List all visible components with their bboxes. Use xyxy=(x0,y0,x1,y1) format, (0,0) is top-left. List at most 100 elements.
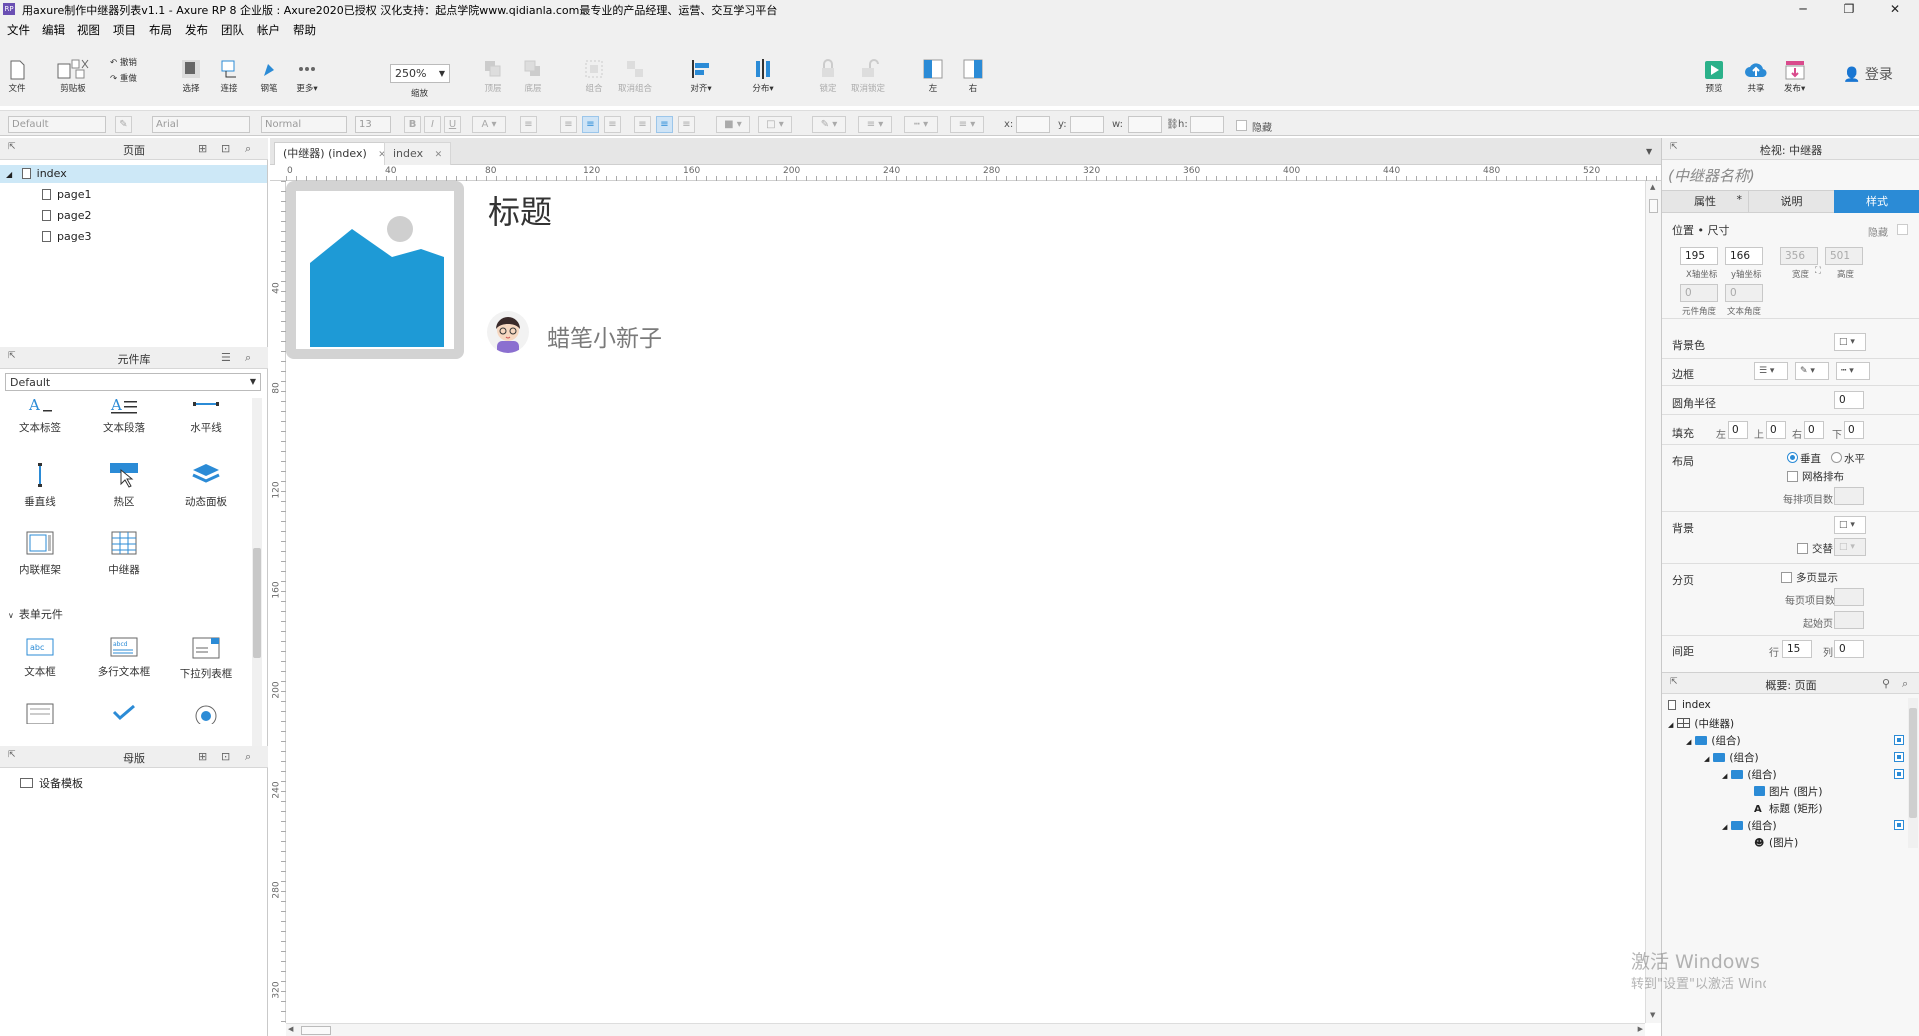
start-page-input[interactable] xyxy=(1834,611,1864,629)
widget-vline[interactable]: 垂直线 xyxy=(0,462,80,509)
radius-input[interactable]: 0 xyxy=(1834,391,1864,409)
pad-top-input[interactable]: 0 xyxy=(1766,421,1786,439)
align-left-icon[interactable]: ≡ xyxy=(560,116,577,133)
avatar[interactable] xyxy=(487,311,529,353)
multi-page-checkbox[interactable] xyxy=(1781,572,1792,583)
author-name[interactable]: 蜡笔小新子 xyxy=(547,319,662,353)
lock-button[interactable]: 锁定 xyxy=(817,58,839,94)
menu-help[interactable]: 帮助 xyxy=(293,22,316,38)
visibility-toggle[interactable] xyxy=(1894,769,1904,779)
hidden-checkbox[interactable] xyxy=(1897,224,1908,235)
tab-style[interactable]: 样式 xyxy=(1834,190,1919,213)
italic-icon[interactable]: I xyxy=(424,116,441,133)
search-icon[interactable]: ⌕ xyxy=(1902,677,1908,691)
widget-textarea[interactable]: abcd 多行文本框 xyxy=(84,636,164,679)
scroll-thumb[interactable] xyxy=(1909,708,1917,818)
widget-dynamic-panel[interactable]: 动态面板 xyxy=(166,462,246,509)
outline-item-group[interactable]: ◢ (组合) xyxy=(1686,733,1741,748)
shadow-icon[interactable]: □ ▾ xyxy=(758,116,792,133)
tab-notes[interactable]: 说明 xyxy=(1748,191,1834,212)
filter-icon[interactable]: ⚲ xyxy=(1882,677,1890,690)
page-tree-item[interactable]: page2 xyxy=(42,209,91,222)
library-select[interactable]: Default ▼ xyxy=(5,373,261,391)
menu-edit[interactable]: 编辑 xyxy=(42,22,65,38)
lock-ratio-icon[interactable]: ⛶ xyxy=(1815,266,1821,276)
col-spacing-input[interactable]: 0 xyxy=(1834,640,1864,658)
add-folder-icon[interactable]: ⊡ xyxy=(221,142,230,155)
border-width-picker[interactable]: ☰ ▾ xyxy=(1754,362,1788,380)
alternate-color-picker[interactable]: □ ▾ xyxy=(1834,538,1866,556)
redo-button[interactable]: ↷ 重做 xyxy=(110,72,137,84)
text-rotation-input[interactable]: 0 xyxy=(1725,284,1763,302)
search-icon[interactable]: ⌕ xyxy=(245,142,251,156)
widget-hline[interactable]: 水平线 xyxy=(166,398,246,435)
visibility-toggle[interactable] xyxy=(1894,820,1904,830)
page-tree-item[interactable]: page1 xyxy=(42,188,91,201)
ungroup-button[interactable]: 取消组合 xyxy=(618,58,652,94)
horizontal-radio[interactable] xyxy=(1831,452,1842,463)
file-button[interactable]: 文件 xyxy=(8,60,26,94)
expand-icon[interactable]: ◢ xyxy=(1668,721,1673,729)
hidden-checkbox[interactable] xyxy=(1236,120,1247,131)
align-button[interactable]: 对齐▾ xyxy=(690,58,712,94)
menu-project[interactable]: 项目 xyxy=(113,22,136,38)
valign-bottom-icon[interactable]: ≡ xyxy=(678,116,695,133)
scroll-thumb[interactable] xyxy=(1649,199,1658,213)
scroll-left-icon[interactable]: ◀ xyxy=(288,1025,293,1033)
login-button[interactable]: 👤 登录 xyxy=(1843,64,1893,84)
bold-icon[interactable]: B xyxy=(404,116,421,133)
menu-layout[interactable]: 布局 xyxy=(149,22,172,38)
pad-right-input[interactable]: 0 xyxy=(1804,421,1824,439)
menu-view[interactable]: 视图 xyxy=(77,22,100,38)
maximize-button[interactable]: ❐ xyxy=(1826,0,1872,19)
pad-left-input[interactable]: 0 xyxy=(1728,421,1748,439)
heading-text[interactable]: 标题 xyxy=(488,187,552,233)
line-color-icon[interactable]: ✎ ▾ xyxy=(812,116,846,133)
outline-item-image[interactable]: 图片 (图片) xyxy=(1754,784,1823,799)
lock-ratio-icon[interactable]: ⛓ xyxy=(1166,119,1179,130)
menu-icon[interactable]: ☰ xyxy=(221,351,231,364)
canvas-vertical-scrollbar[interactable]: ▲ ▼ xyxy=(1645,181,1661,1023)
outline-item-group[interactable]: ◢ (组合) xyxy=(1722,767,1777,782)
close-button[interactable]: ✕ xyxy=(1872,0,1918,19)
send-to-bottom-button[interactable]: 底层 xyxy=(522,58,544,94)
library-scrollbar[interactable] xyxy=(252,398,262,753)
unlock-button[interactable]: 取消锁定 xyxy=(851,58,885,94)
widget-paragraph[interactable]: A 文本段落 xyxy=(84,398,164,435)
width-input[interactable]: 356 xyxy=(1780,247,1818,265)
border-color-picker[interactable]: ✎ ▾ xyxy=(1795,362,1829,380)
design-canvas[interactable]: 标题 蜡笔小新子 xyxy=(286,181,1645,1023)
outline-item-index[interactable]: index xyxy=(1668,699,1711,711)
bring-to-top-button[interactable]: 顶层 xyxy=(482,58,504,94)
form-section-header[interactable]: ∨ 表单元件 xyxy=(8,606,63,622)
page-tree-item[interactable]: page3 xyxy=(42,230,91,243)
expand-icon[interactable]: ◢ xyxy=(1686,738,1691,746)
search-icon[interactable]: ⌕ xyxy=(245,351,251,365)
y-input[interactable] xyxy=(1070,116,1104,133)
line-style-icon[interactable]: ┅ ▾ xyxy=(904,116,938,133)
bullet-list-icon[interactable]: ≡ xyxy=(520,116,537,133)
grid-checkbox[interactable] xyxy=(1787,471,1798,482)
align-center-icon[interactable]: ≡ xyxy=(582,116,599,133)
add-master-icon[interactable]: ⊞ xyxy=(198,750,207,763)
clipboard-button[interactable]: 剪贴板 xyxy=(56,58,90,94)
widget-checkbox[interactable] xyxy=(84,702,164,730)
outline-item-group[interactable]: ◢ (组合) xyxy=(1704,750,1759,765)
widget-listbox[interactable] xyxy=(0,702,80,730)
more-button[interactable]: 更多▾ xyxy=(296,58,318,94)
underline-icon[interactable]: U xyxy=(444,116,461,133)
per-page-input[interactable] xyxy=(1834,588,1864,606)
canvas-horizontal-scrollbar[interactable]: ◀ ▶ xyxy=(286,1023,1645,1036)
expand-icon[interactable]: ◢ xyxy=(1722,823,1727,831)
valign-middle-icon[interactable]: ≡ xyxy=(656,116,673,133)
master-item[interactable]: 设备模板 xyxy=(20,775,83,791)
visibility-toggle[interactable] xyxy=(1894,752,1904,762)
border-style-picker[interactable]: ┅ ▾ xyxy=(1836,362,1870,380)
y-input[interactable]: 166 xyxy=(1725,247,1763,265)
widget-iframe[interactable]: 内联框架 xyxy=(0,530,80,577)
font-size-select[interactable]: 13 xyxy=(355,116,391,133)
distribute-button[interactable]: 分布▾ xyxy=(752,58,774,94)
outline-item-group[interactable]: ◢ (组合) xyxy=(1722,818,1777,833)
visibility-toggle[interactable] xyxy=(1894,735,1904,745)
scroll-down-icon[interactable]: ▼ xyxy=(1650,1011,1655,1019)
